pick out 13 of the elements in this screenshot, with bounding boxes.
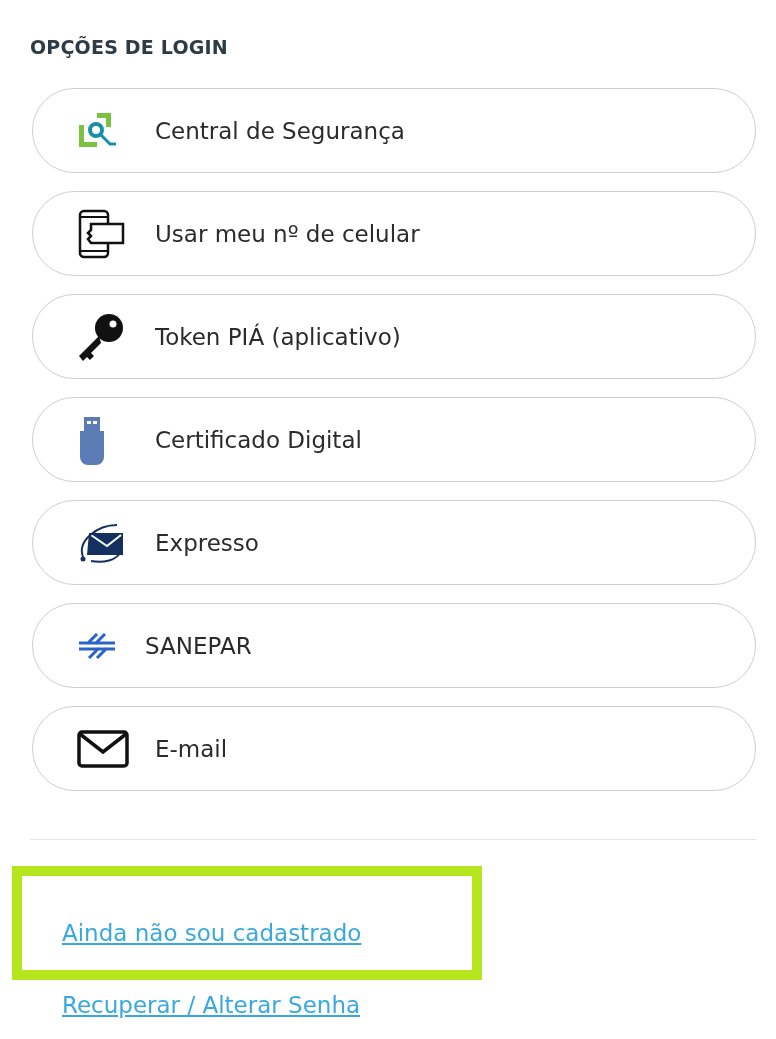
login-option-button[interactable]: Central de Segurança xyxy=(32,88,756,173)
section-heading: OPÇÕES DE LOGIN xyxy=(30,36,229,58)
login-option-button[interactable]: Expresso xyxy=(32,500,756,585)
envelope-icon xyxy=(77,729,129,768)
phone-card-icon xyxy=(77,208,125,259)
login-option-button[interactable]: Certificado Digital xyxy=(32,397,756,482)
login-option-button[interactable]: E-mail xyxy=(32,706,756,791)
usb-drive-icon xyxy=(77,414,107,465)
login-option-button[interactable]: Usar meu nº de celular xyxy=(32,191,756,276)
login-option-button[interactable]: Token PIÁ (aplicativo) xyxy=(32,294,756,379)
wave-lines-icon xyxy=(77,632,117,659)
login-option-button[interactable]: SANEPAR xyxy=(32,603,756,688)
key-icon xyxy=(77,311,125,362)
